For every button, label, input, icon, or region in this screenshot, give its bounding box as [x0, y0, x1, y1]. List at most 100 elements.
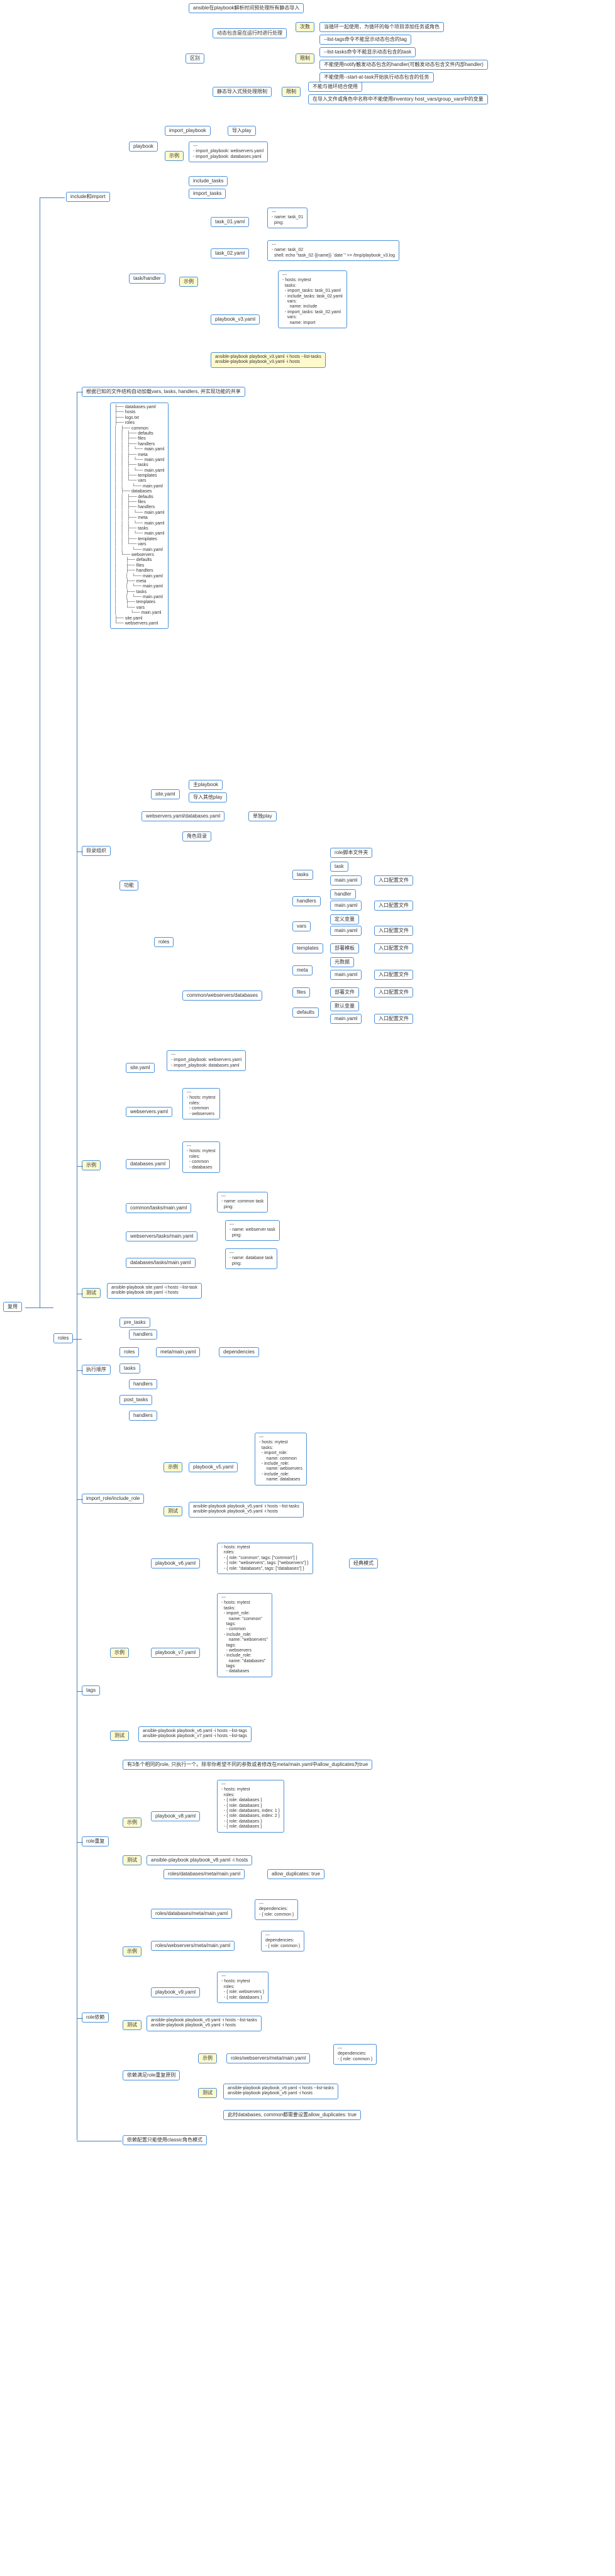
handlers3[interactable]: handlers — [129, 1411, 157, 1421]
webservers.yaml: webservers.yaml — [126, 1107, 172, 1117]
测试-dep[interactable]: 测试 — [123, 2020, 141, 2030]
playbook-branch[interactable]: playbook — [129, 142, 158, 152]
动态包含[interactable]: 动态包含是在运行时进行处理 — [213, 28, 287, 38]
示例-dep[interactable]: 示例 — [123, 1946, 141, 1957]
pre_tasks[interactable]: pre_tasks — [119, 1318, 150, 1328]
task-handler[interactable]: task/handler — [129, 274, 165, 284]
rwsm[interactable]: roles/webservers/meta/main.yaml — [151, 1941, 235, 1951]
vars[interactable]: vars — [292, 921, 311, 931]
pbv3[interactable]: playbook_v3.yaml — [211, 314, 260, 325]
pbv3-code: --- - hosts: mytest tasks: - import_task… — [278, 270, 347, 328]
role依赖[interactable]: role依赖 — [82, 2012, 109, 2023]
siteyaml-fn[interactable]: site.yaml — [151, 789, 180, 799]
测试-depdup[interactable]: 测试 — [198, 2088, 217, 2098]
meta[interactable]: meta — [292, 965, 313, 975]
示例-tags[interactable]: 示例 — [110, 1648, 129, 1658]
root-node[interactable]: 复用 — [3, 1302, 22, 1312]
entry-files: 入口配置文件 — [374, 987, 413, 997]
role重复[interactable]: role重复 — [82, 1836, 109, 1846]
pbv7[interactable]: playbook_v7.yaml — [151, 1648, 200, 1658]
pbv67-cmd: ansible-playbook playbook_v6.yaml -i hos… — [138, 1726, 252, 1742]
templates[interactable]: templates — [292, 943, 323, 953]
功能[interactable]: 功能 — [119, 880, 138, 891]
pbv8[interactable]: playbook_v8.yaml — [151, 1811, 200, 1821]
db-code: --- - hosts: mytest roles: - common - da… — [182, 1141, 220, 1173]
限制3: 不能使用notify触发动态包含的handler(可触发动态包含文件内部hand… — [319, 60, 488, 70]
次数[interactable]: 次数 — [296, 22, 314, 32]
roles-order[interactable]: roles — [119, 1347, 139, 1357]
pbv9-code: --- - hosts: mytest roles: - { role: web… — [217, 1972, 269, 2003]
角色目录: 角色目录 — [182, 831, 211, 841]
pbv5[interactable]: playbook_v5.yaml — [189, 1462, 238, 1472]
title-top: ansible在playbook解析时间预处理所有静态导入 — [189, 3, 304, 13]
测试-dup[interactable]: 测试 — [123, 1855, 141, 1865]
pbv5-cmd: ansible-playbook playbook_v5.yaml -i hos… — [189, 1502, 304, 1518]
导入其他play: 导入其他play — [189, 792, 227, 802]
单独play: 单独play — [248, 811, 277, 821]
部署文件: 部署文件 — [330, 987, 359, 997]
rdbmeta[interactable]: roles/databases/meta/main.yaml — [163, 1869, 245, 1879]
dirtree: ├── databases.yaml ├── hosts ├── logs.tx… — [110, 402, 169, 629]
wstmain[interactable]: webservers/tasks/main.yaml — [126, 1231, 197, 1241]
依赖重复[interactable]: 依赖满足role重复原则 — [123, 2070, 180, 2080]
pbv9[interactable]: playbook_v9.yaml — [151, 1987, 200, 1997]
entry-handlers: 入口配置文件 — [374, 901, 413, 911]
示例-depdup[interactable]: 示例 — [198, 2053, 217, 2063]
tags[interactable]: tags — [82, 1685, 100, 1696]
限制6: 在导入文件或角色中名称中不能使用inventory host_vars/grou… — [308, 94, 488, 104]
dbtmain[interactable]: databases/tasks/main.yaml — [126, 1258, 196, 1268]
主pb: 主playbook — [189, 780, 223, 790]
handlers[interactable]: handlers — [292, 896, 321, 906]
pbv5-code: --- - hosts: mytest tasks: - import_role… — [255, 1433, 307, 1485]
测试[interactable]: 测试 — [82, 1288, 101, 1298]
pbv8-code: --- - hosts: mytest roles: - { role: dat… — [217, 1780, 284, 1833]
import_playbook[interactable]: import_playbook — [165, 126, 211, 136]
roles子[interactable]: roles — [154, 937, 174, 947]
示例-task[interactable]: 示例 — [179, 277, 198, 287]
限制-dynamic[interactable]: 限制 — [296, 53, 314, 64]
mainyaml-handlers: main.yaml — [330, 901, 362, 911]
tasks-order[interactable]: tasks — [119, 1363, 140, 1374]
siteyaml-code: --- - import_playbook: webservers.yaml -… — [167, 1050, 246, 1071]
rwsm2[interactable]: roles/webservers/meta/main.yaml — [226, 2053, 310, 2063]
task02[interactable]: task_02.yaml — [211, 248, 249, 258]
tasks[interactable]: tasks — [292, 870, 313, 880]
entry-tpl: 入口配置文件 — [374, 943, 413, 953]
import_tasks[interactable]: import_tasks — [189, 189, 226, 199]
test1-real: ansible-playbook site.yaml -i hosts --li… — [107, 1283, 202, 1299]
siteyaml-ex[interactable]: site.yaml — [126, 1063, 155, 1073]
include_tasks[interactable]: include_tasks — [189, 176, 228, 186]
rdbmeta2[interactable]: roles/databases/meta/main.yaml — [151, 1909, 232, 1919]
示例-pb[interactable]: 示例 — [165, 151, 184, 161]
导入play: 导入play — [228, 126, 256, 136]
示例-dup[interactable]: 示例 — [123, 1818, 141, 1828]
限制-static[interactable]: 限制 — [282, 87, 301, 97]
dep2: --- dependencies: - { role: common } — [261, 1931, 304, 1951]
静态导入[interactable]: 静态导入式预处理限制 — [213, 87, 272, 97]
irir[interactable]: import_role/include_role — [82, 1494, 144, 1504]
pbv6[interactable]: playbook_v6.yaml — [151, 1558, 200, 1568]
示例-roles[interactable]: 示例 — [82, 1160, 101, 1170]
wsdb[interactable]: webservers.yaml/databases.yaml — [141, 811, 224, 821]
测试-tags[interactable]: 测试 — [110, 1731, 129, 1741]
测试-ir[interactable]: 测试 — [163, 1506, 182, 1516]
task01[interactable]: task_01.yaml — [211, 217, 249, 227]
mainyaml-tasks: main.yaml — [330, 875, 362, 886]
handlers1[interactable]: handlers — [129, 1330, 157, 1340]
post_tasks[interactable]: post_tasks — [119, 1395, 152, 1405]
执行顺序[interactable]: 执行顺序 — [82, 1365, 111, 1375]
defaults[interactable]: defaults — [292, 1008, 319, 1018]
示例-ir[interactable]: 示例 — [163, 1462, 182, 1472]
handlers2[interactable]: handlers — [129, 1379, 157, 1389]
pbv8-cmd: ansible-playbook playbook_v8.yaml -i hos… — [147, 1855, 252, 1865]
依赖配置: 依赖配置只能使用classic角色模式 — [123, 2135, 207, 2145]
dep1: --- dependencies: - { role: common } — [255, 1899, 298, 1920]
ctmain[interactable]: common/tasks/main.yaml — [126, 1203, 191, 1213]
目录[interactable]: 目录组织 — [82, 846, 111, 856]
cwd[interactable]: common/webservers/databases — [182, 991, 262, 1001]
include-import[interactable]: include和import — [66, 192, 110, 202]
roles-node[interactable]: roles — [53, 1333, 73, 1343]
files[interactable]: files — [292, 987, 310, 997]
区别[interactable]: 区别 — [186, 53, 204, 64]
终测: ansible-playbook playbook_v9.yaml -i hos… — [223, 2084, 338, 2099]
